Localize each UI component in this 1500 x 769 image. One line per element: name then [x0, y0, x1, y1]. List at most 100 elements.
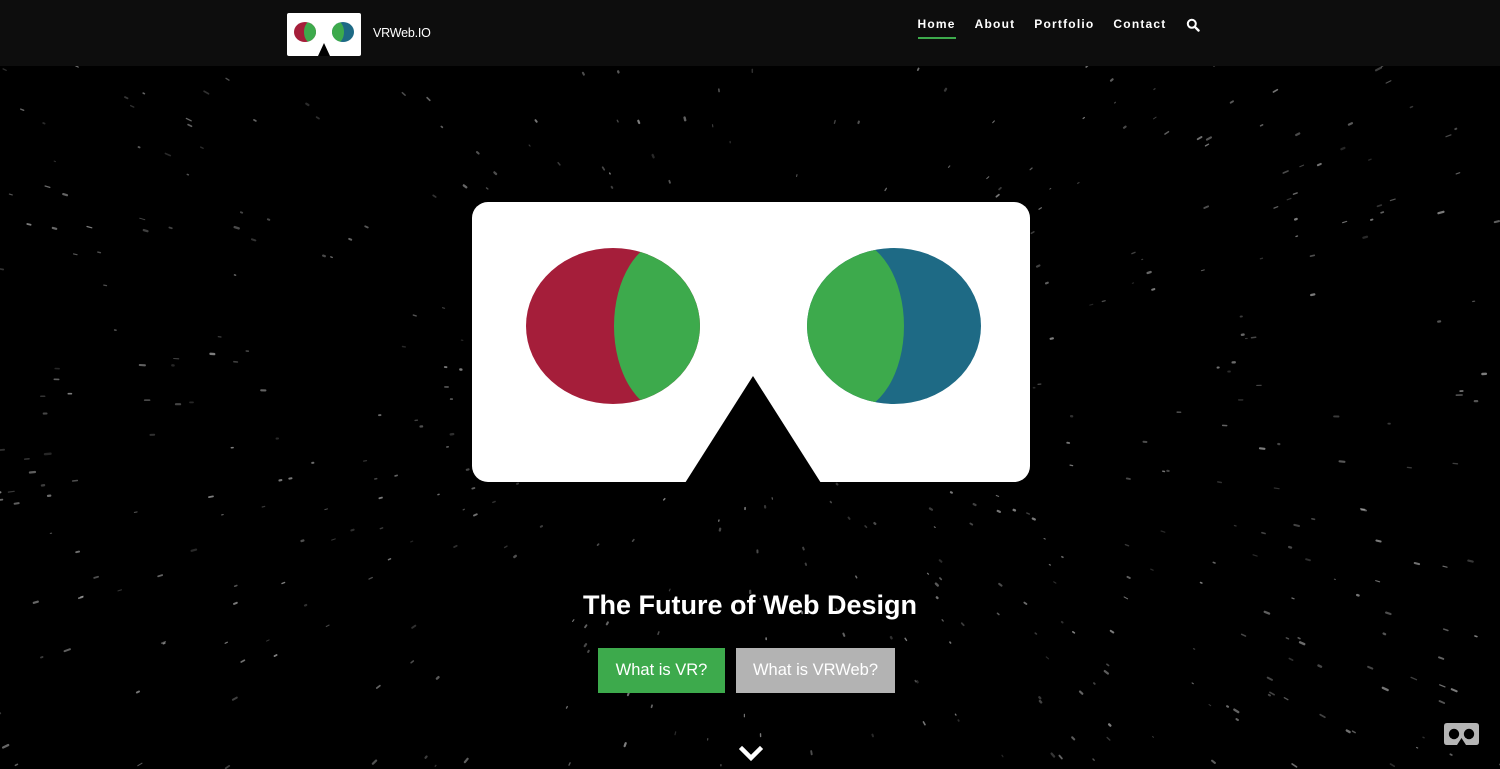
star-streak [453, 544, 458, 548]
star-streak [133, 511, 138, 513]
star-streak [1229, 100, 1234, 104]
star-streak [462, 508, 465, 511]
star-streak [1200, 269, 1205, 272]
star-streak [440, 125, 444, 129]
star-streak [1437, 210, 1445, 215]
star-streak [364, 225, 369, 229]
star-streak [608, 172, 611, 175]
star-streak [557, 161, 561, 166]
nav-item-contact[interactable]: Contact [1104, 16, 1176, 40]
star-streak [1382, 632, 1387, 636]
star-streak [239, 211, 244, 214]
star-streak [915, 680, 919, 684]
star-streak [1043, 538, 1046, 540]
star-streak [375, 684, 381, 689]
star-streak [1001, 754, 1004, 758]
star-streak [651, 153, 655, 159]
star-streak [410, 660, 415, 664]
star-streak [224, 765, 231, 769]
star-streak [401, 91, 406, 96]
star-streak [995, 193, 1000, 198]
star-streak [72, 253, 78, 256]
star-streak [1212, 561, 1216, 564]
star-streak [97, 251, 102, 254]
star-streak [568, 762, 571, 766]
star-streak [995, 494, 1000, 497]
star-streak [1367, 665, 1374, 670]
star-streak [1316, 162, 1322, 167]
star-streak [1250, 336, 1257, 339]
brand-name[interactable]: VRWeb.IO [373, 26, 431, 40]
star-streak [601, 166, 606, 171]
star-streak [539, 525, 543, 528]
star-streak [371, 759, 378, 765]
what-is-vrweb-button[interactable]: What is VRWeb? [736, 648, 895, 693]
star-streak [1413, 562, 1421, 566]
nav-item-portfolio[interactable]: Portfolio [1025, 16, 1104, 40]
star-streak [1226, 705, 1230, 708]
cardboard-vr-icon[interactable] [1444, 723, 1479, 745]
star-streak [1267, 693, 1271, 697]
star-streak [657, 631, 660, 636]
star-streak [1199, 581, 1203, 584]
star-streak [1442, 565, 1448, 568]
star-streak [1240, 633, 1247, 637]
chevron-down-icon[interactable] [739, 745, 763, 763]
star-streak [412, 314, 417, 317]
star-streak [1125, 477, 1131, 480]
star-streak [1124, 543, 1130, 547]
nav-item-about[interactable]: About [965, 16, 1025, 40]
star-streak [1450, 688, 1458, 693]
star-streak [137, 762, 143, 767]
star-streak [1208, 704, 1212, 707]
star-streak [1151, 288, 1156, 291]
star-streak [1317, 664, 1323, 668]
star-streak [1191, 682, 1194, 685]
star-streak [394, 474, 398, 477]
star-streak [1261, 531, 1266, 535]
star-streak [1293, 523, 1300, 527]
star-streak [1309, 254, 1316, 258]
star-streak [650, 704, 653, 709]
star-streak [583, 642, 588, 648]
what-is-vr-button[interactable]: What is VR? [598, 648, 725, 693]
star-streak [492, 500, 496, 504]
star-streak [124, 96, 129, 100]
star-streak [40, 656, 44, 659]
star-streak [802, 546, 805, 551]
star-streak [829, 500, 833, 504]
star-streak [996, 509, 1002, 513]
star-streak [889, 635, 893, 640]
star-streak [199, 146, 204, 150]
search-icon[interactable] [1186, 18, 1200, 32]
star-streak [957, 719, 960, 722]
hero-vr-logo-icon [472, 202, 1030, 482]
star-streak [142, 228, 149, 233]
star-streak [1269, 691, 1275, 696]
star-streak [998, 582, 1003, 587]
star-streak [1375, 580, 1381, 583]
star-streak [1126, 575, 1131, 579]
star-streak [463, 757, 469, 764]
star-streak [581, 71, 585, 76]
star-streak [1233, 708, 1240, 714]
star-streak [1439, 684, 1446, 688]
star-streak [1380, 211, 1385, 214]
star-streak [1050, 752, 1056, 758]
star-streak [139, 217, 146, 221]
star-streak [324, 508, 328, 511]
star-streak [1338, 460, 1346, 463]
nav-item-home[interactable]: Home [908, 16, 965, 40]
star-streak [43, 452, 52, 456]
star-streak [674, 731, 677, 736]
star-streak [528, 144, 531, 147]
star-streak [86, 225, 93, 229]
star-streak [185, 117, 192, 122]
site-logo[interactable] [287, 13, 361, 56]
star-streak [972, 502, 977, 507]
star-streak [2, 68, 7, 71]
star-streak [1235, 718, 1239, 722]
star-streak [1153, 88, 1156, 91]
main-nav: Home About Portfolio Contact [908, 16, 1200, 40]
star-streak [939, 577, 943, 581]
